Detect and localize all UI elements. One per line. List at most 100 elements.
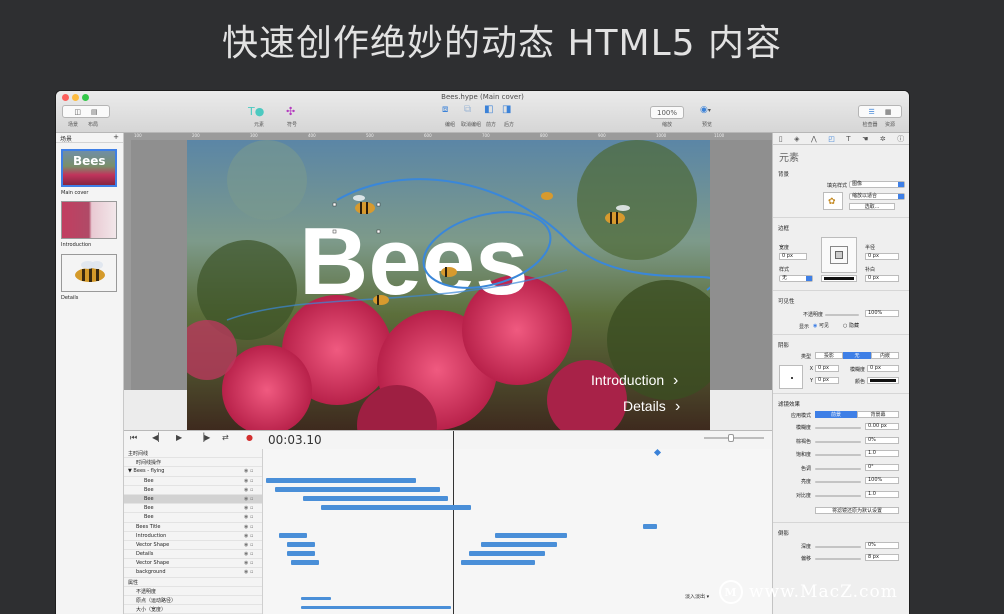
add-scene-button[interactable]: +	[113, 133, 119, 141]
scene-thumb-introduction[interactable]	[61, 201, 117, 239]
shadow-blur-field[interactable]: 0 px	[867, 365, 899, 372]
keyframe-bar[interactable]	[301, 597, 331, 600]
filter-slider[interactable]	[815, 440, 861, 443]
timeline-action-keyframe[interactable]	[653, 448, 662, 457]
metrics-icon[interactable]: ⋀	[811, 135, 817, 143]
go-to-start-button[interactable]: ⏮	[130, 433, 137, 447]
timeline-zoom-slider[interactable]	[704, 434, 764, 442]
playhead[interactable]	[453, 431, 454, 614]
keyframe-bar[interactable]	[287, 551, 315, 556]
border-width-field[interactable]: 0 px	[779, 253, 807, 260]
hidden-radio[interactable]: ○ 隐藏	[843, 322, 859, 329]
filter-slider[interactable]	[815, 467, 861, 470]
filter-slider[interactable]	[815, 427, 861, 429]
choose-image-button[interactable]: 选取...	[849, 203, 895, 210]
keyframe-bar[interactable]	[291, 560, 319, 565]
background-image-well[interactable]: ✿	[823, 192, 843, 210]
visibility-eye-icon[interactable]: ◉ ▫	[244, 551, 253, 557]
step-forward-button[interactable]: ▕▶	[198, 433, 210, 447]
text-icon[interactable]: T	[846, 135, 850, 143]
visibility-eye-icon[interactable]: ◉ ▫	[244, 487, 253, 493]
visibility-eye-icon[interactable]: ◉ ▫	[244, 569, 253, 575]
info-icon[interactable]: ⓘ	[897, 134, 904, 144]
scenes-layout-toggle[interactable]: ◫ ▤	[62, 105, 110, 118]
visibility-eye-icon[interactable]: ◉ ▫	[244, 560, 253, 566]
reflection-offset-field[interactable]: 8 px	[865, 554, 899, 561]
keyframe-bar[interactable]	[266, 478, 416, 483]
reflection-depth-field[interactable]: 0%	[865, 542, 899, 549]
hand-icon[interactable]: ☚	[862, 135, 868, 143]
shadow-type-inset[interactable]: 内嵌	[871, 352, 899, 359]
zoom-select[interactable]: 100%	[650, 106, 684, 119]
visibility-eye-icon[interactable]: ◉ ▫	[244, 542, 253, 548]
keyframe-bar[interactable]	[287, 542, 315, 547]
shadow-type-drop[interactable]: 投影	[815, 352, 843, 359]
visibility-eye-icon[interactable]: ◉ ▫	[244, 478, 253, 484]
keyframe-bar[interactable]	[275, 487, 440, 492]
keyframe-bar[interactable]	[301, 606, 451, 609]
elements-button[interactable]: T●	[248, 105, 274, 119]
shadow-y-field[interactable]: 0 px	[815, 377, 839, 384]
keyframe-bar[interactable]	[279, 533, 307, 538]
shadow-x-field[interactable]: 0 px	[815, 365, 839, 372]
inspector-resources-toggle[interactable]: ☰ ▦	[858, 105, 902, 118]
stage-link-details[interactable]: Details	[623, 398, 666, 414]
keyframe-bar[interactable]	[461, 560, 535, 565]
shadow-type-none[interactable]: 无	[843, 352, 871, 359]
filter-value-field[interactable]: 0%	[865, 436, 899, 444]
element-icon[interactable]: ◰	[828, 135, 835, 143]
visibility-eye-icon[interactable]: ◉ ▫	[244, 505, 253, 511]
filter-slider[interactable]	[815, 481, 861, 483]
filter-value-field[interactable]: 0°	[865, 463, 899, 471]
visibility-eye-icon[interactable]: ◉ ▫	[244, 533, 253, 539]
opacity-slider[interactable]	[825, 314, 859, 316]
corner-radius-field[interactable]: 0 px	[865, 253, 899, 260]
scene-label-details[interactable]: Details	[61, 295, 78, 301]
filter-value-field[interactable]: 100%	[865, 477, 899, 484]
keyframe-bar[interactable]	[643, 524, 657, 529]
visibility-eye-icon[interactable]: ◉ ▫	[244, 524, 253, 530]
filter-slider[interactable]	[815, 494, 861, 497]
filter-value-field[interactable]: 0.00 px	[865, 423, 899, 430]
scene-thumb-details[interactable]	[61, 254, 117, 292]
play-button[interactable]: ▶	[176, 433, 182, 447]
loop-button[interactable]: ⇄	[222, 433, 229, 447]
filter-mode-backdrop[interactable]: 背景幕	[857, 411, 899, 418]
visibility-eye-icon[interactable]: ◉ ▫	[244, 496, 253, 502]
keyframe-bar[interactable]	[495, 533, 567, 538]
reflection-depth-slider[interactable]	[815, 546, 861, 548]
symbols-button[interactable]: ✣	[286, 105, 306, 119]
visibility-eye-icon[interactable]: ◉ ▫	[244, 514, 253, 520]
ungroup-button[interactable]: ⧉	[464, 104, 471, 115]
keyframe-bar[interactable]	[303, 496, 448, 501]
filter-value-field[interactable]: 1.0	[865, 490, 899, 498]
filter-mode-foreground[interactable]: 前景	[815, 411, 857, 418]
scale-mode-select[interactable]: 缩放以适合	[849, 193, 905, 200]
filter-value-field[interactable]: 1.0	[865, 450, 899, 457]
reflection-offset-slider[interactable]	[815, 558, 861, 560]
document-icon[interactable]: ▯	[779, 135, 783, 143]
visibility-eye-icon[interactable]: ◉ ▫	[244, 468, 253, 474]
preview-button[interactable]: ◉▾	[700, 105, 711, 115]
stage-link-introduction[interactable]: Introduction	[591, 372, 664, 388]
visible-radio[interactable]: ◉ 可见	[813, 322, 829, 329]
scene-stage[interactable]: Bees Introduction › Details ›	[187, 140, 710, 430]
shadow-color-well[interactable]	[867, 377, 899, 384]
scene-label-introduction[interactable]: Introduction	[61, 242, 91, 248]
easing-select[interactable]: 淡入淡出 ▾	[685, 593, 709, 600]
border-color-well[interactable]	[821, 275, 857, 282]
step-back-button[interactable]: ◀▏	[152, 433, 164, 447]
fill-style-select[interactable]: 图像	[849, 181, 905, 188]
bring-front-button[interactable]: ◧	[484, 104, 493, 115]
timeline-zoom-knob[interactable]	[728, 434, 734, 442]
keyframe-bar[interactable]	[469, 551, 545, 556]
border-style-select[interactable]: 无	[779, 275, 813, 282]
border-side-picker[interactable]	[821, 237, 857, 273]
record-button[interactable]: ●	[246, 433, 253, 447]
group-button[interactable]: ⧈	[442, 104, 448, 115]
timeline-track-area[interactable]: 淡入淡出 ▾	[262, 431, 772, 614]
opacity-field[interactable]: 100%	[865, 310, 899, 317]
scene-thumb-main-cover[interactable]: Bees	[61, 149, 117, 187]
shadow-offset-pad[interactable]	[779, 365, 803, 389]
send-back-button[interactable]: ◨	[502, 104, 511, 115]
